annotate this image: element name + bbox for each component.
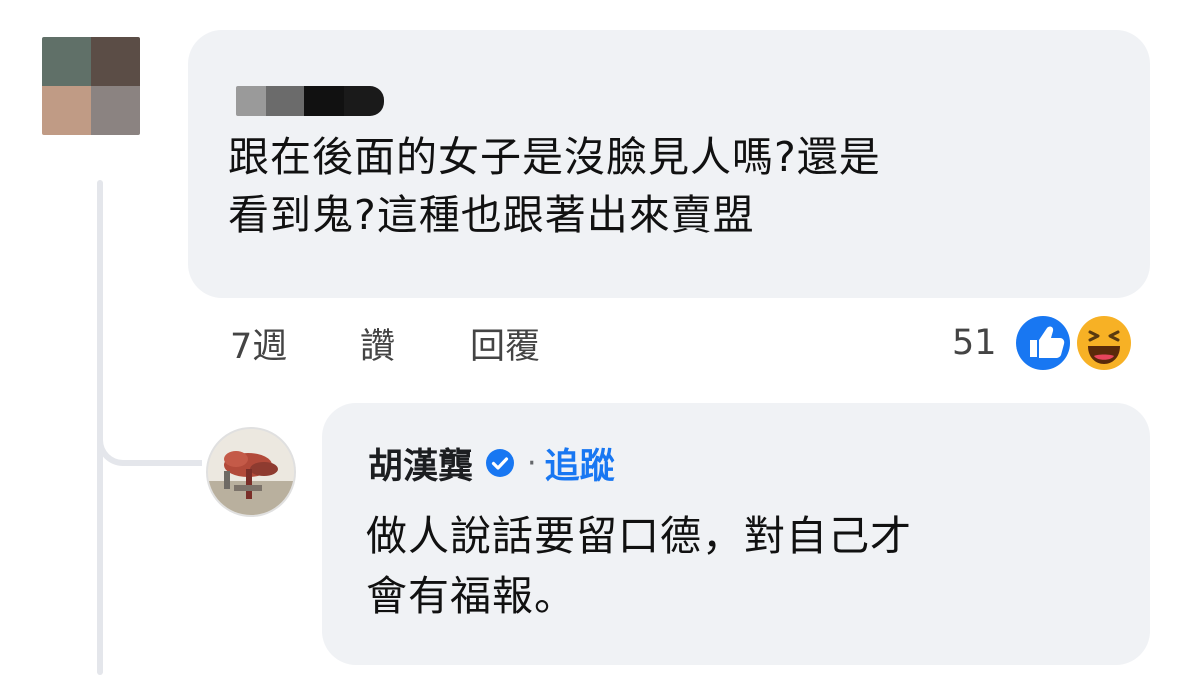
- commenter-avatar[interactable]: [42, 37, 140, 135]
- reply-button[interactable]: 回覆: [470, 318, 540, 369]
- redacted-author-name: [236, 86, 384, 116]
- avatar-pixel-3: [42, 86, 91, 135]
- avatar-photo: [208, 429, 294, 515]
- like-button[interactable]: 讚: [360, 318, 470, 369]
- follow-button[interactable]: 追蹤: [545, 438, 615, 489]
- avatar-pixel-2: [91, 37, 140, 86]
- thread-connector: [97, 410, 202, 466]
- reaction-count[interactable]: 51: [952, 318, 997, 368]
- verified-badge-icon: [486, 449, 515, 477]
- reply-header: 胡漢龔 · 追蹤: [368, 437, 615, 489]
- haha-icon: [1074, 313, 1134, 373]
- avatar-pixel-1: [42, 37, 91, 86]
- reply-text: 做人說話要留口德，對自己才 會有福報。: [366, 512, 912, 620]
- avatar-pixel-4: [91, 86, 140, 135]
- comment-text: 跟在後面的女子是沒臉見人嗎?還是 看到鬼?這種也跟著出來賣盟: [228, 133, 881, 239]
- comment-actions: 7週 讚 回覆: [230, 318, 540, 368]
- reaction-summary[interactable]: [1010, 310, 1140, 376]
- like-icon: [1013, 313, 1073, 373]
- reply-author-name[interactable]: 胡漢龔: [368, 438, 473, 489]
- reply-author-avatar[interactable]: [206, 427, 296, 517]
- separator-dot: ·: [527, 445, 537, 481]
- comment-timestamp[interactable]: 7週: [230, 318, 360, 369]
